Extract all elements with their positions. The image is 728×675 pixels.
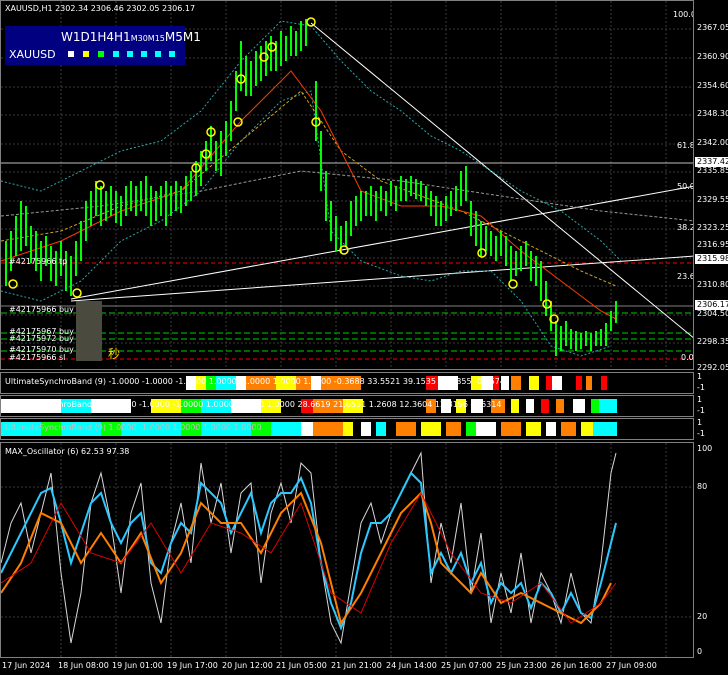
band-mid-orange — [1, 90, 617, 287]
osc-tick-0: 0 — [697, 647, 703, 656]
band-3-label: UltimateSynchroBand (9) 1.0000 -1.0000 1… — [5, 423, 262, 432]
band-1-axis-bottom: -1 — [697, 383, 705, 392]
tf-indicator-square — [169, 51, 175, 57]
tp-price-tag: 2315.98 — [695, 254, 728, 264]
time-label: 20 Jun 12:00 — [222, 661, 273, 670]
price-tick: 2298.35 — [697, 337, 728, 346]
price-tick: 2342.00 — [697, 138, 728, 147]
tf-small[interactable]: M30M15 — [131, 34, 165, 43]
seconds-glyph: 秒 — [108, 347, 121, 361]
synchro-band-panel-1[interactable]: UltimateSynchroBand (9) -1.0000 -1.0000 … — [0, 372, 694, 394]
ma-red — [1, 70, 617, 320]
band-2-label: UltimateSynchroBand (9) 1.0000 -1.0000 -… — [5, 400, 502, 409]
band-3-axis-top: 1 — [697, 418, 703, 427]
oscillator-label: MAX_Oscillator (6) 62.53 97.38 — [5, 447, 130, 456]
synchro-band-panel-3[interactable]: UltimateSynchroBand (9) 1.0000 -1.0000 1… — [0, 418, 694, 440]
price-axis[interactable]: 2367.05 2360.90 2354.60 2348.30 2342.00 … — [694, 0, 728, 372]
scale-top-label: 100.0 — [673, 10, 694, 19]
trendline-down[interactable] — [310, 22, 694, 339]
ma-slow — [1, 170, 693, 222]
time-label: 24 Jun 14:00 — [386, 661, 437, 670]
tf-indicator-square — [113, 51, 119, 57]
tf-indicator-square — [98, 51, 104, 57]
order-label-sl[interactable]: #42175966 sl — [9, 353, 65, 362]
fib-23: 23.6 — [677, 272, 694, 281]
band-1-label: UltimateSynchroBand (9) -1.0000 -1.0000 … — [5, 377, 505, 386]
price-tick: 2304.50 — [697, 309, 728, 318]
level-price-tag: 2337.42 — [695, 157, 728, 167]
time-label: 19 Jun 17:00 — [167, 661, 218, 670]
osc-tick-80: 80 — [697, 482, 708, 491]
order-label-tp[interactable]: #42175966 tp — [9, 257, 67, 266]
timeframe-panel: W1D1H4H1M30M15M5M1 XAUUSD — [5, 26, 201, 65]
fib-61: 61.8 — [677, 141, 694, 150]
price-tick: 2310.80 — [697, 280, 728, 289]
price-tick: 2367.05 — [697, 23, 728, 32]
price-tick: 2329.55 — [697, 195, 728, 204]
tf-indicator-square — [155, 51, 161, 57]
fib-50: 50.0 — [677, 182, 694, 191]
fib-38: 38.2 — [677, 223, 694, 232]
band-2-axis-top: 1 — [697, 395, 703, 404]
main-chart-panel[interactable]: XAUUSD,H1 2302.34 2306.46 2302.05 2306.1… — [0, 0, 694, 370]
time-label: 17 Jun 2024 — [2, 661, 51, 670]
band-1-axis-top: 1 — [697, 372, 703, 381]
timeframe-row[interactable]: W1D1H4H1M30M15M5M1 — [61, 30, 201, 44]
band-3-axis-bottom: -1 — [697, 429, 705, 438]
osc-tick-100: 100 — [697, 444, 713, 453]
price-tick: 2316.95 — [697, 240, 728, 249]
chart-thumbnail — [76, 301, 102, 361]
time-label: 25 Jun 23:00 — [496, 661, 547, 670]
price-tick: 2348.30 — [697, 109, 728, 118]
price-tick: 2323.25 — [697, 223, 728, 232]
price-tick: 2292.05 — [697, 363, 728, 372]
tf-indicator-square — [83, 51, 89, 57]
time-label: 18 Jun 08:00 — [58, 661, 109, 670]
tf-indicator-square — [127, 51, 133, 57]
time-label: 26 Jun 16:00 — [551, 661, 602, 670]
time-label: 25 Jun 07:00 — [441, 661, 492, 670]
time-label: 21 Jun 05:00 — [276, 661, 327, 670]
synchro-band-panel-2[interactable]: UltimateSynchroBand (9) 1.0000 -1.0000 -… — [0, 395, 694, 417]
time-label: 21 Jun 21:00 — [331, 661, 382, 670]
tf-large[interactable]: W1D1H4H1 — [61, 30, 131, 44]
time-label: 19 Jun 01:00 — [112, 661, 163, 670]
osc-tick-20: 20 — [697, 612, 708, 621]
tf-end[interactable]: M5M1 — [165, 30, 201, 44]
chart-title: XAUUSD,H1 2302.34 2306.46 2302.05 2306.1… — [5, 4, 196, 13]
osc-orange-line — [1, 491, 612, 626]
tf-symbol: XAUUSD — [9, 48, 56, 61]
osc-white-line — [1, 451, 617, 645]
trendline-upper[interactable] — [70, 185, 694, 300]
price-tick: 2335.85 — [697, 166, 728, 175]
fib-0: 0.0 — [681, 353, 694, 362]
current-price-tag: 2306.17 — [695, 300, 728, 310]
oscillator-svg — [1, 443, 693, 657]
order-label-buy[interactable]: #42175966 buy — [9, 305, 74, 314]
tf-indicator-square — [141, 51, 147, 57]
tf-indicator-square — [68, 51, 74, 57]
oscillator-panel[interactable]: MAX_Oscillator (6) 62.53 97.38 — [0, 442, 694, 658]
band-2-axis-bottom: -1 — [697, 406, 705, 415]
price-tick: 2360.90 — [697, 52, 728, 61]
price-tick: 2354.60 — [697, 81, 728, 90]
time-label: 27 Jun 09:00 — [606, 661, 657, 670]
order-label-buy[interactable]: #42175972 buy — [9, 334, 74, 343]
